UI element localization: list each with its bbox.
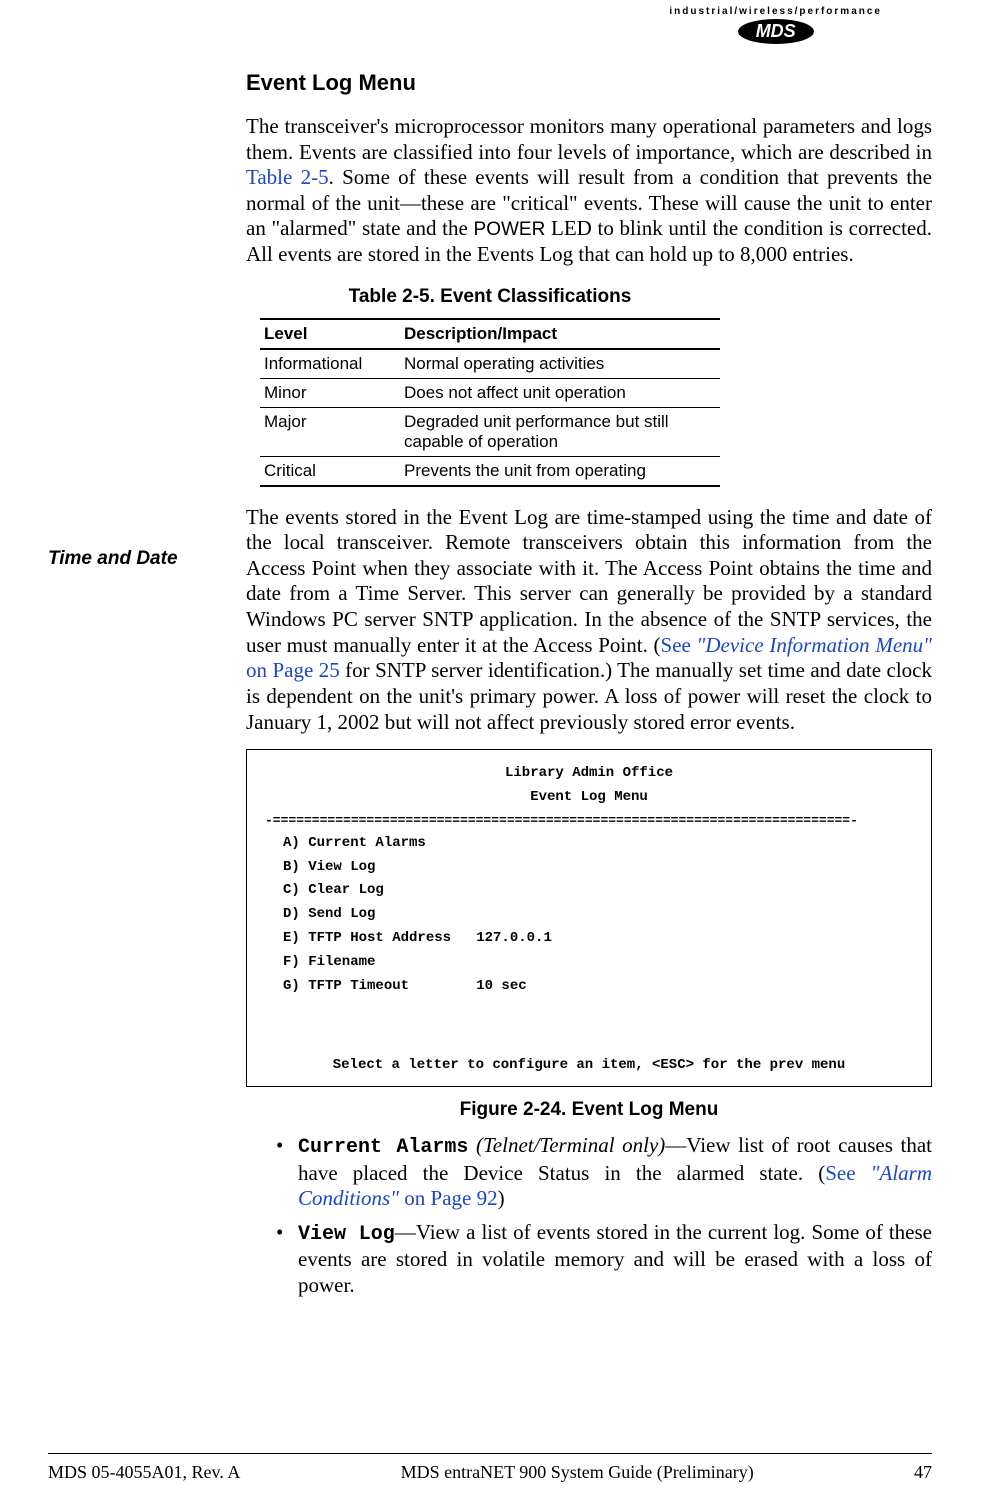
- table-row: Critical Prevents the unit from operatin…: [260, 456, 720, 486]
- table-row: Minor Does not affect unit operation: [260, 378, 720, 407]
- page-footer: MDS 05-4055A01, Rev. A MDS entraNET 900 …: [48, 1453, 932, 1483]
- cell: Informational: [260, 349, 400, 379]
- terminal-prompt: Select a letter to configure an item, <E…: [247, 1054, 931, 1078]
- figure-caption: Figure 2-24. Event Log Menu: [246, 1099, 932, 1121]
- section-heading: Event Log Menu: [246, 70, 932, 96]
- margin-label-time-date: Time and Date: [48, 548, 178, 570]
- classifications-table: Level Description/Impact Informational N…: [260, 318, 720, 487]
- terminal-divider: -=======================================…: [247, 810, 931, 832]
- table-row: Major Degraded unit performance but stil…: [260, 407, 720, 456]
- cell: Prevents the unit from operating: [400, 456, 720, 486]
- terminal-item: F) Filename: [247, 951, 931, 975]
- table-header-desc: Description/Impact: [400, 319, 720, 349]
- footer-right: 47: [914, 1462, 932, 1483]
- see-link[interactable]: See: [661, 633, 697, 657]
- logo-brand: MDS: [738, 19, 814, 44]
- cell: Does not affect unit operation: [400, 378, 720, 407]
- terminal-item: G) TFTP Timeout 10 sec: [247, 975, 931, 999]
- device-info-link[interactable]: "Device Information Menu": [697, 633, 932, 657]
- table-header-level: Level: [260, 319, 400, 349]
- page-ref-link[interactable]: on Page 25: [246, 658, 340, 682]
- logo-tagline: industrial/wireless/performance: [669, 6, 882, 17]
- terminal-item: C) Clear Log: [247, 879, 931, 903]
- list-item: Current Alarms (Telnet/Terminal only)—Vi…: [276, 1133, 932, 1212]
- footer-left: MDS 05-4055A01, Rev. A: [48, 1462, 240, 1483]
- option-note: (Telnet/Terminal only): [468, 1133, 665, 1157]
- power-led-label: POWER: [474, 219, 546, 240]
- intro-paragraph: The transceiver's microprocessor monitor…: [246, 114, 932, 268]
- table-caption: Table 2-5. Event Classifications: [48, 286, 932, 308]
- cell: Minor: [260, 378, 400, 407]
- cell: Degraded unit performance but still capa…: [400, 407, 720, 456]
- time-date-paragraph: The events stored in the Event Log are t…: [246, 505, 932, 735]
- see-link[interactable]: See: [825, 1161, 870, 1185]
- terminal-subtitle: Event Log Menu: [247, 786, 931, 810]
- cell: Major: [260, 407, 400, 456]
- terminal-item: B) View Log: [247, 856, 931, 880]
- page-ref-link[interactable]: on Page 92: [399, 1186, 498, 1210]
- list-item: View Log—View a list of events stored in…: [276, 1220, 932, 1299]
- cell: Critical: [260, 456, 400, 486]
- footer-center: MDS entraNET 900 System Guide (Prelimina…: [401, 1462, 754, 1483]
- terminal-screenshot: Library Admin Office Event Log Menu -===…: [246, 749, 932, 1087]
- text: The transceiver's microprocessor monitor…: [246, 114, 932, 164]
- brand-logo: industrial/wireless/performance MDS: [669, 6, 882, 44]
- option-name: Current Alarms: [298, 1136, 468, 1159]
- bullet-list: Current Alarms (Telnet/Terminal only)—Vi…: [276, 1133, 932, 1298]
- text: for SNTP server identification.) The man…: [246, 658, 932, 733]
- text: ): [498, 1186, 505, 1210]
- table-row: Informational Normal operating activitie…: [260, 349, 720, 379]
- terminal-item: D) Send Log: [247, 903, 931, 927]
- option-name: View Log: [298, 1223, 395, 1246]
- terminal-item: A) Current Alarms: [247, 832, 931, 856]
- terminal-title: Library Admin Office: [247, 762, 931, 786]
- cell: Normal operating activities: [400, 349, 720, 379]
- terminal-item: E) TFTP Host Address 127.0.0.1: [247, 927, 931, 951]
- table-ref-link[interactable]: Table 2-5: [246, 165, 329, 189]
